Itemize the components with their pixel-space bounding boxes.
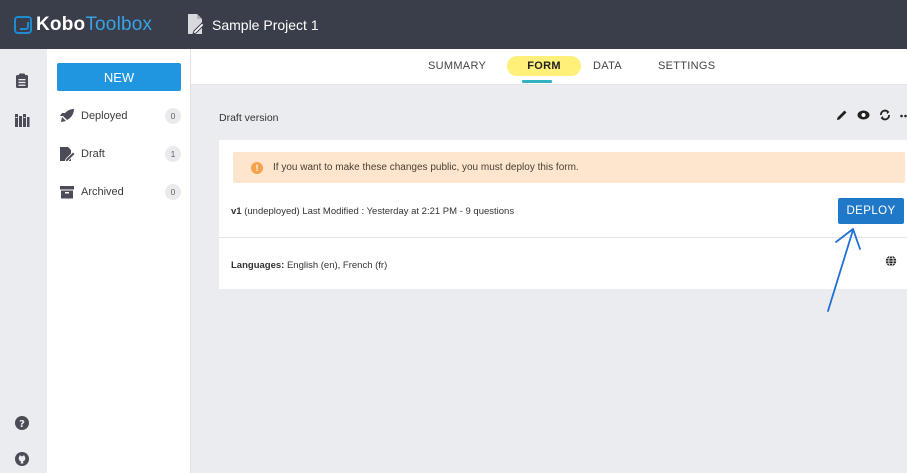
edit-icon[interactable] — [836, 109, 848, 121]
project-title: Sample Project 1 — [212, 17, 319, 33]
more-icon[interactable] — [900, 109, 907, 121]
count-badge: 0 — [165, 184, 181, 200]
tab-data[interactable]: DATA — [593, 60, 622, 72]
sidebar-item-draft[interactable]: Draft 1 — [59, 143, 183, 165]
rocket-icon — [59, 108, 75, 124]
form-list-icon[interactable] — [14, 73, 30, 89]
sidebar-item-label: Archived — [81, 186, 124, 198]
project-tabs: SUMMARY FORM DATA SETTINGS — [191, 49, 907, 85]
svg-text:?: ? — [19, 419, 25, 430]
help-icon[interactable]: ? — [14, 415, 30, 431]
tab-summary[interactable]: SUMMARY — [428, 60, 486, 72]
project-draft-icon — [188, 14, 204, 35]
version-status: (undeployed) — [244, 206, 300, 217]
globe-icon[interactable] — [885, 255, 897, 267]
logo-text: KoboToolbox — [36, 14, 153, 35]
notice-text: If you want to make these changes public… — [273, 162, 579, 173]
form-card: ! If you want to make these changes publ… — [219, 140, 907, 289]
draft-version-label: Draft version — [219, 112, 279, 124]
languages-label: Languages: — [231, 260, 285, 271]
deploy-button[interactable]: DEPLOY — [838, 198, 904, 224]
archive-icon — [59, 184, 75, 200]
github-icon[interactable] — [14, 451, 30, 467]
preview-icon[interactable] — [857, 109, 870, 121]
version-row: v1 (undeployed) Last Modified : Yesterda… — [231, 206, 514, 217]
sidebar-item-archived[interactable]: Archived 0 — [59, 181, 183, 203]
form-toolbar — [836, 109, 907, 121]
sidebar-item-label: Draft — [81, 148, 105, 160]
sidebar: NEW Deployed 0 Draft 1 Archived 0 — [47, 49, 191, 473]
sidebar-item-deployed[interactable]: Deployed 0 — [59, 105, 183, 127]
languages-value: English (en), French (fr) — [286, 260, 388, 271]
tab-settings[interactable]: SETTINGS — [658, 60, 715, 72]
version-tag: v1 — [231, 206, 242, 217]
count-badge: 1 — [165, 146, 181, 162]
warning-icon: ! — [251, 161, 263, 174]
languages-row: Languages: English (en), French (fr) — [231, 260, 387, 271]
deploy-notice: ! If you want to make these changes publ… — [233, 152, 905, 183]
count-badge: 0 — [165, 108, 181, 124]
draft-icon — [59, 146, 75, 162]
left-icon-rail: ? — [0, 49, 47, 473]
active-tab-underline — [522, 80, 552, 83]
top-header: KoboToolbox Sample Project 1 — [0, 0, 907, 49]
kobotoolbox-logo[interactable]: KoboToolbox — [14, 12, 152, 38]
sidebar-item-label: Deployed — [81, 110, 128, 122]
new-project-button[interactable]: NEW — [57, 63, 181, 91]
divider — [219, 237, 907, 238]
logo-mark-icon — [14, 16, 32, 34]
tab-form[interactable]: FORM — [507, 56, 581, 76]
version-details: Last Modified : Yesterday at 2:21 PM - 9… — [302, 206, 515, 217]
library-icon[interactable] — [14, 112, 30, 128]
replace-icon[interactable] — [879, 109, 891, 121]
